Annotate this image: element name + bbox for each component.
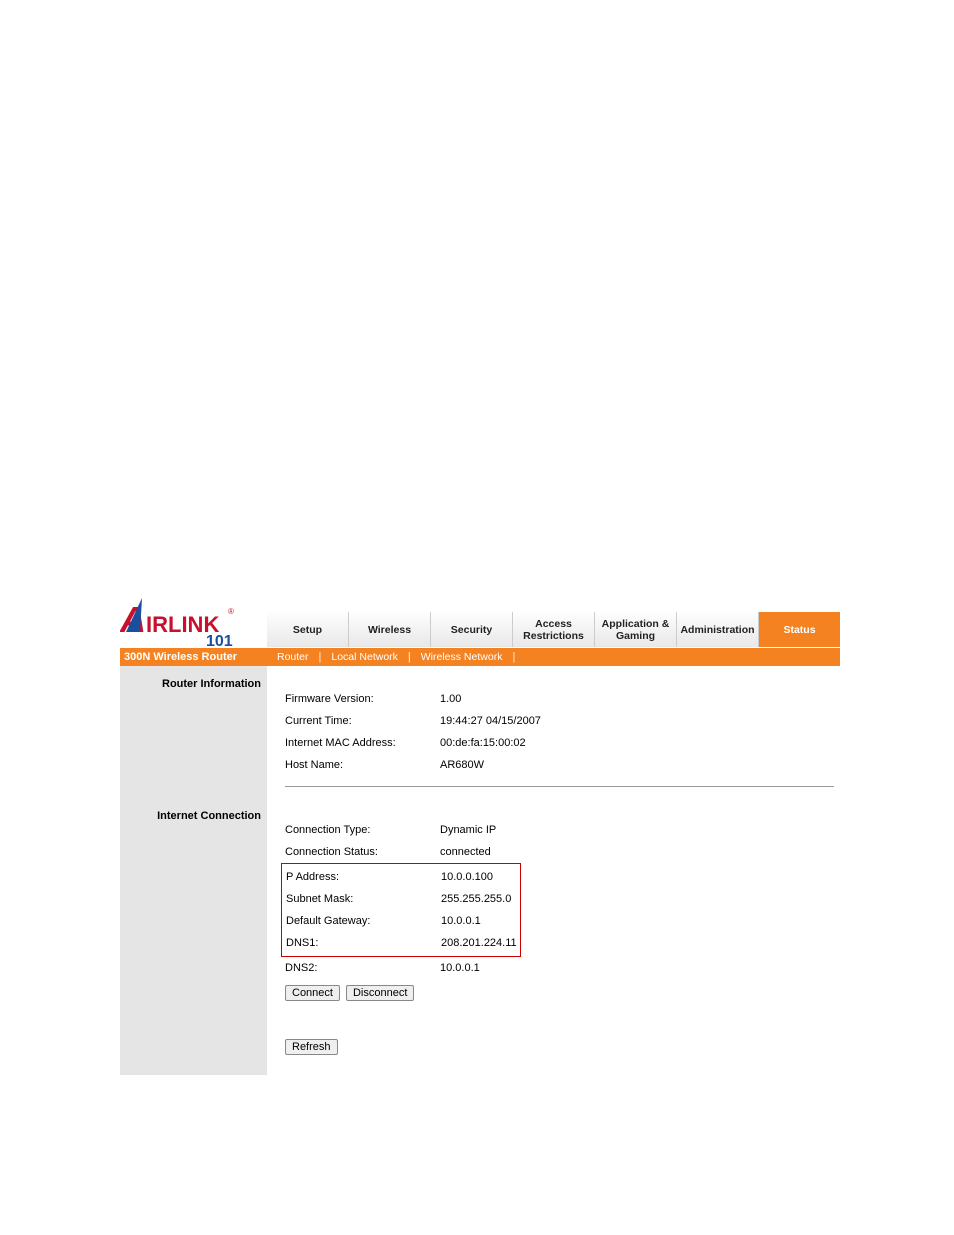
sidebar: Router Information Internet Connection	[120, 666, 267, 1075]
label-firmware: Firmware Version:	[285, 693, 440, 705]
row-subnet-mask: Subnet Mask: 255.255.255.0	[286, 888, 520, 910]
value-dns1: 208.201.224.11	[441, 937, 517, 949]
subnav-wireless-network[interactable]: Wireless Network	[411, 651, 513, 663]
value-firmware: 1.00	[440, 693, 461, 705]
value-connection-status: connected	[440, 846, 491, 858]
value-mac: 00:de:fa:15:00:02	[440, 737, 526, 749]
connect-button[interactable]: Connect	[285, 985, 340, 1001]
row-connection-type: Connection Type: Dynamic IP	[285, 819, 834, 841]
tab-access-restrictions[interactable]: Access Restrictions	[513, 612, 595, 647]
main-tabs: Setup Wireless Security Access Restricti…	[267, 612, 840, 648]
row-firmware: Firmware Version: 1.00	[285, 688, 834, 710]
tab-status[interactable]: Status	[759, 612, 840, 647]
subnav-separator: |	[512, 651, 515, 663]
label-dns1: DNS1:	[286, 937, 441, 949]
model-label: 300N Wireless Router	[120, 651, 267, 663]
highlighted-ip-block: P Address: 10.0.0.100 Subnet Mask: 255.2…	[281, 863, 521, 957]
row-dns2: DNS2: 10.0.0.1	[285, 957, 834, 979]
value-ip-address: 10.0.0.100	[441, 871, 493, 883]
tab-administration[interactable]: Administration	[677, 612, 759, 647]
row-ip-address: P Address: 10.0.0.100	[286, 866, 520, 888]
brand-logo: A IRLINK ® 101	[120, 584, 267, 648]
tab-security[interactable]: Security	[431, 612, 513, 647]
label-connection-status: Connection Status:	[285, 846, 440, 858]
subnav-local-network[interactable]: Local Network	[321, 651, 408, 663]
value-subnet-mask: 255.255.255.0	[441, 893, 511, 905]
row-dns1: DNS1: 208.201.224.11	[286, 932, 520, 954]
tab-application-gaming[interactable]: Application & Gaming	[595, 612, 677, 647]
refresh-row: Refresh	[285, 1039, 834, 1055]
section-header-router-info: Router Information	[120, 678, 263, 690]
content-pane: Firmware Version: 1.00 Current Time: 19:…	[267, 666, 840, 1075]
label-dns2: DNS2:	[285, 962, 440, 974]
tab-setup[interactable]: Setup	[267, 612, 349, 647]
value-dns2: 10.0.0.1	[440, 962, 480, 974]
svg-text:®: ®	[228, 607, 234, 616]
subnav-separator: |	[319, 651, 322, 663]
row-connection-status: Connection Status: connected	[285, 841, 834, 863]
label-ip-address: P Address:	[286, 871, 441, 883]
label-default-gateway: Default Gateway:	[286, 915, 441, 927]
row-default-gateway: Default Gateway: 10.0.0.1	[286, 910, 520, 932]
label-host-name: Host Name:	[285, 759, 440, 771]
subnav-router[interactable]: Router	[267, 651, 319, 663]
value-host-name: AR680W	[440, 759, 484, 771]
row-current-time: Current Time: 19:44:27 04/15/2007	[285, 710, 834, 732]
value-connection-type: Dynamic IP	[440, 824, 496, 836]
svg-text:101: 101	[206, 633, 233, 648]
section-header-internet-connection: Internet Connection	[120, 810, 263, 822]
divider	[285, 786, 834, 787]
refresh-button[interactable]: Refresh	[285, 1039, 338, 1055]
label-connection-type: Connection Type:	[285, 824, 440, 836]
value-current-time: 19:44:27 04/15/2007	[440, 715, 541, 727]
row-mac: Internet MAC Address: 00:de:fa:15:00:02	[285, 732, 834, 754]
connection-buttons: Connect Disconnect	[285, 985, 834, 1001]
value-default-gateway: 10.0.0.1	[441, 915, 481, 927]
row-host-name: Host Name: AR680W	[285, 754, 834, 776]
label-subnet-mask: Subnet Mask:	[286, 893, 441, 905]
subnav-separator: |	[408, 651, 411, 663]
label-mac: Internet MAC Address:	[285, 737, 440, 749]
label-current-time: Current Time:	[285, 715, 440, 727]
tab-wireless[interactable]: Wireless	[349, 612, 431, 647]
sub-nav: Router | Local Network | Wireless Networ…	[267, 651, 515, 663]
disconnect-button[interactable]: Disconnect	[346, 985, 414, 1001]
